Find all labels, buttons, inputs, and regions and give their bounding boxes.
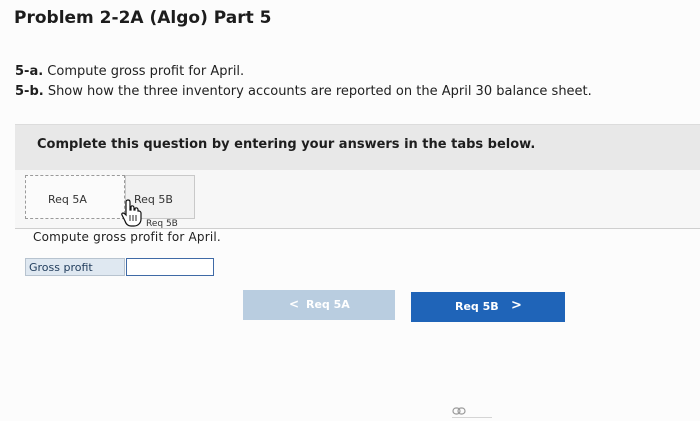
gross-profit-input[interactable] [126, 258, 214, 276]
page: Problem 2-2A (Algo) Part 5 5-a. Compute … [0, 0, 700, 421]
chevron-right-icon: > [511, 298, 522, 313]
next-button-label: Req 5B [455, 300, 499, 313]
gross-profit-label: Gross profit [29, 261, 93, 274]
question-number: 5-b. [15, 84, 44, 99]
gross-profit-label-cell: Gross profit [25, 258, 125, 276]
question-text: Show how the three inventory accounts ar… [43, 84, 592, 99]
tab-req-5a[interactable]: Req 5A [25, 175, 125, 219]
prev-button-label: Req 5A [306, 298, 350, 311]
question-text: Compute gross profit for April. [43, 64, 245, 79]
tab-tooltip: Req 5B [146, 219, 178, 229]
link-icon[interactable] [452, 406, 466, 416]
tab-label: Req 5A [48, 193, 87, 206]
question-5a: 5-a. Compute gross profit for April. [15, 64, 244, 79]
question-5b: 5-b. Show how the three inventory accoun… [15, 84, 592, 99]
question-number: 5-a. [15, 64, 44, 79]
problem-title: Problem 2-2A (Algo) Part 5 [14, 8, 272, 28]
instructions-text: Complete this question by entering your … [37, 137, 536, 152]
chevron-left-icon: < [289, 297, 300, 311]
next-req-5b-button[interactable]: Req 5B > [411, 292, 565, 322]
footer-divider [452, 417, 492, 418]
prompt-text: Compute gross profit for April. [33, 230, 221, 244]
instructions-bar: Complete this question by entering your … [15, 124, 700, 171]
tab-bar: Req 5A Req 5B [15, 170, 700, 228]
hand-pointer-cursor-icon [121, 199, 142, 227]
prev-req-5a-button[interactable]: < Req 5A [243, 290, 395, 320]
